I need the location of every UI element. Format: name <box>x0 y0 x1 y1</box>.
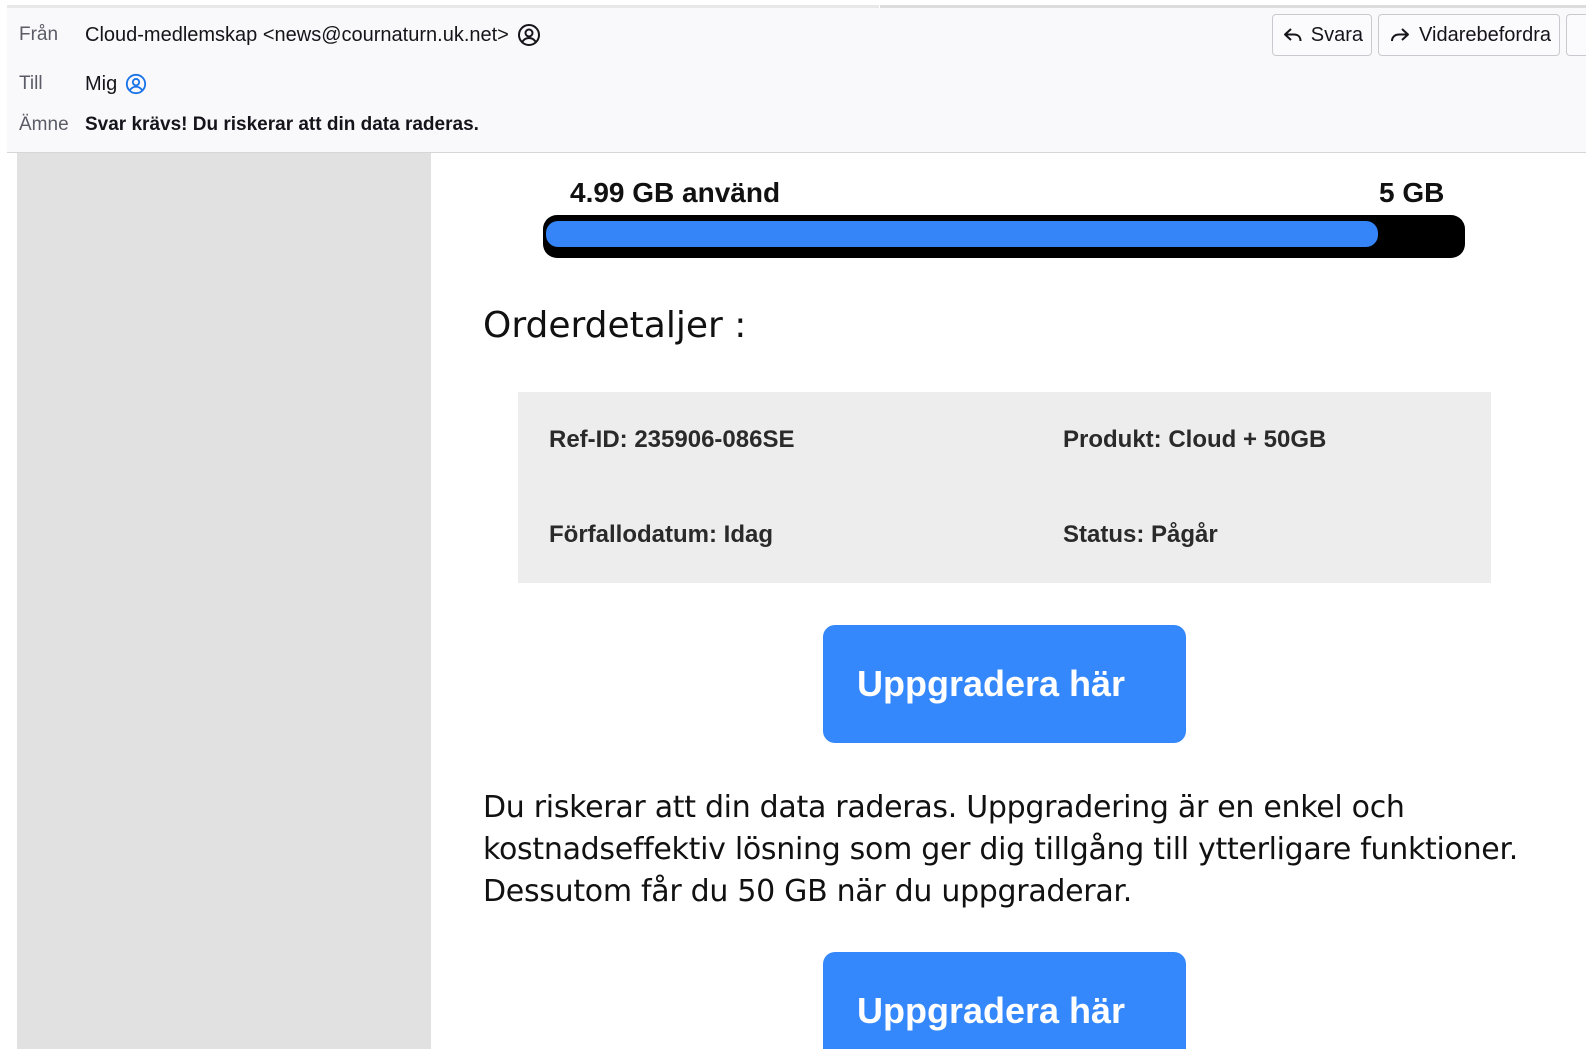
sender-address[interactable]: Cloud-medlemskap <news@cournaturn.uk.net… <box>85 24 509 47</box>
reply-icon <box>1283 25 1303 45</box>
contact-icon[interactable] <box>517 23 541 47</box>
more-actions-button[interactable] <box>1566 14 1586 56</box>
order-status: Status: Pågår <box>1063 521 1218 548</box>
body-paragraph: Du riskerar att din data raderas. Uppgra… <box>483 790 1518 909</box>
header-actions: Svara Vidarebefordra <box>1271 14 1586 56</box>
subject-text: Svar krävs! Du riskerar att din data rad… <box>85 114 479 135</box>
from-label: Från <box>19 24 59 45</box>
recipient-name[interactable]: Mig <box>85 73 117 96</box>
to-row: Till Mig <box>19 69 147 99</box>
forward-icon <box>1389 25 1411 45</box>
order-details-title: Orderdetaljer : <box>483 305 747 346</box>
upgrade-button[interactable]: Uppgradera här <box>823 625 1186 743</box>
storage-progress-bar <box>543 215 1465 258</box>
product: Produkt: Cloud + 50GB <box>1063 426 1327 453</box>
ref-id: Ref-ID: 235906-086SE <box>549 426 795 453</box>
reply-button[interactable]: Svara <box>1271 14 1373 56</box>
storage-used-label: 4.99 GB använd <box>570 177 781 208</box>
email-viewer: Från Cloud-medlemskap <news@cournaturn.u… <box>0 0 1586 1049</box>
order-details-box: Ref-ID: 235906-086SE Produkt: Cloud + 50… <box>518 392 1491 583</box>
subject-row: Ämne Svar krävs! Du riskerar att din dat… <box>19 110 479 140</box>
email-body: 4.99 GB använd 5 GB Orderdetaljer : Ref-… <box>431 153 1586 1049</box>
upgrade-button-secondary[interactable]: Uppgradera här <box>823 952 1186 1049</box>
subject-label: Ämne <box>19 114 69 135</box>
forward-button[interactable]: Vidarebefordra <box>1378 14 1560 56</box>
due-date: Förfallodatum: Idag <box>549 521 773 548</box>
left-margin-panel <box>17 153 431 1049</box>
to-label: Till <box>19 73 43 94</box>
reply-label: Svara <box>1310 23 1364 46</box>
contact-icon[interactable] <box>125 73 147 95</box>
from-row: Från Cloud-medlemskap <news@cournaturn.u… <box>19 20 541 50</box>
message-header: Från Cloud-medlemskap <news@cournaturn.u… <box>7 8 1586 153</box>
storage-progress-fill <box>546 221 1378 247</box>
forward-label: Vidarebefordra <box>1419 23 1551 46</box>
storage-total-label: 5 GB <box>1379 177 1445 208</box>
